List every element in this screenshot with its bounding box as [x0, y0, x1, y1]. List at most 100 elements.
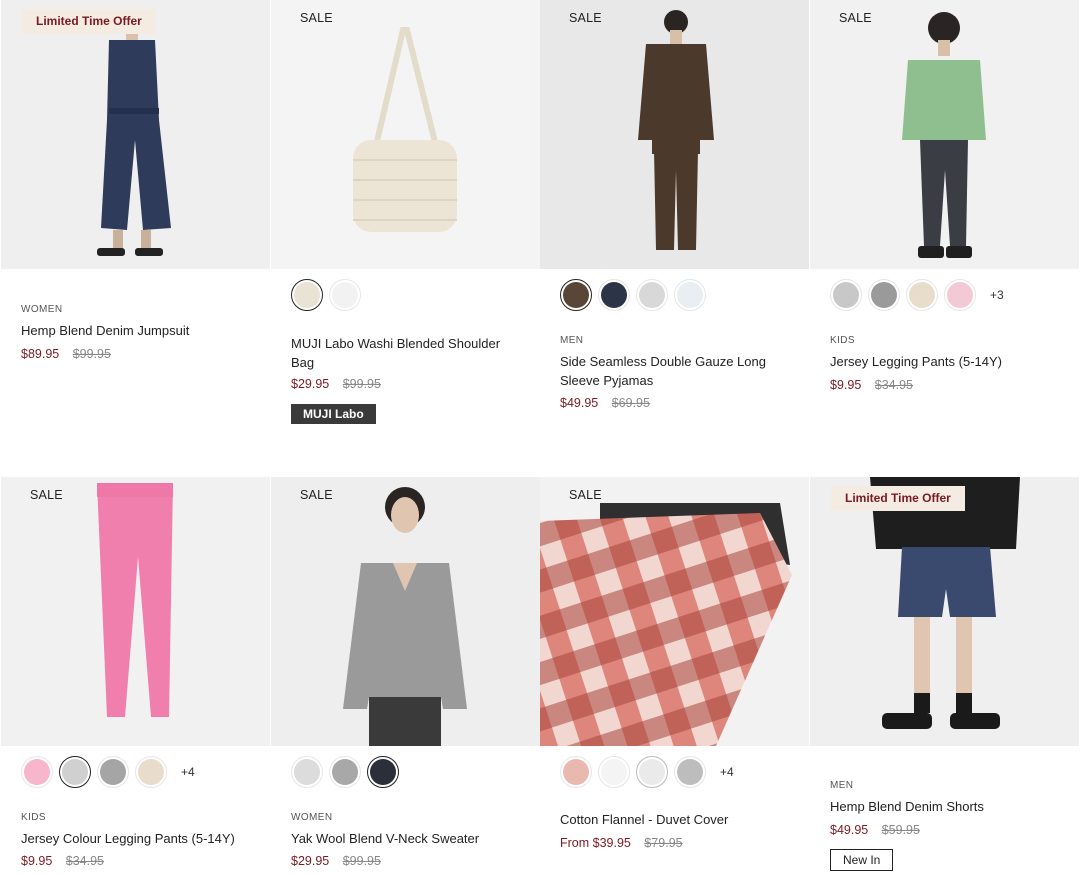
swatch-fill — [370, 759, 396, 785]
product-image[interactable]: SALE — [271, 477, 540, 746]
color-swatch[interactable] — [291, 756, 323, 788]
swatch-fill — [563, 759, 589, 785]
color-swatch[interactable] — [329, 279, 361, 311]
color-swatches: +4 — [560, 756, 734, 788]
swatch-fill — [677, 282, 703, 308]
sale-badge: SALE — [569, 488, 602, 502]
badge: Limited Time Offer — [22, 9, 156, 34]
product-image[interactable]: SALE — [540, 477, 809, 746]
color-swatch[interactable] — [135, 756, 167, 788]
original-price: $99.95 — [342, 377, 381, 391]
category-label: MEN — [560, 335, 584, 346]
product-card[interactable]: Limited Time Offer MEN Hemp Blend Denim … — [810, 477, 1079, 871]
swatch-fill — [138, 759, 164, 785]
color-swatches — [560, 279, 706, 311]
product-image[interactable]: Limited Time Offer — [810, 477, 1079, 746]
color-swatch[interactable] — [97, 756, 129, 788]
color-swatch[interactable] — [59, 756, 91, 788]
product-name[interactable]: Hemp Blend Denim Jumpsuit — [21, 321, 256, 340]
original-price: $99.95 — [342, 854, 381, 868]
color-swatch[interactable] — [560, 756, 592, 788]
sale-badge: SALE — [569, 11, 602, 25]
sale-badge: SALE — [300, 488, 333, 502]
color-swatch[interactable] — [291, 279, 323, 311]
product-card[interactable]: SALE +4 KIDS Jersey Colour Legging Pants… — [1, 477, 270, 868]
product-image[interactable]: SALE — [540, 0, 809, 269]
color-swatch[interactable] — [674, 756, 706, 788]
sale-price: $29.95 — [291, 377, 330, 391]
sale-price: $89.95 — [21, 347, 60, 361]
color-swatch[interactable] — [598, 279, 630, 311]
color-swatch[interactable] — [830, 279, 862, 311]
product-image[interactable]: SALE — [810, 0, 1079, 269]
price: $89.95 $99.95 — [21, 347, 111, 361]
price: $9.95 $34.95 — [830, 378, 913, 392]
product-card[interactable]: SALE WOMEN Yak Wool Blend V-Neck Sweater… — [271, 477, 540, 868]
color-swatch[interactable] — [598, 756, 630, 788]
price: $29.95 $99.95 — [291, 854, 381, 868]
product-image[interactable]: Limited Time Offer — [1, 0, 270, 269]
product-card[interactable]: SALE MEN Side Seamless Double Gauze Long… — [540, 0, 809, 410]
swatch-fill — [100, 759, 126, 785]
pyjamas-photo — [540, 0, 809, 269]
swatch-fill — [294, 282, 320, 308]
price: $9.95 $34.95 — [21, 854, 104, 868]
product-name[interactable]: Side Seamless Double Gauze Long Sleeve P… — [560, 352, 795, 390]
color-swatch[interactable] — [868, 279, 900, 311]
color-swatch[interactable] — [944, 279, 976, 311]
price: $49.95 $69.95 — [560, 396, 650, 410]
swatch-fill — [677, 759, 703, 785]
product-name[interactable]: Hemp Blend Denim Shorts — [830, 797, 1065, 816]
product-card[interactable]: SALE +3 KIDS Jersey Legging Pants (5-14Y… — [810, 0, 1079, 392]
category-label: KIDS — [21, 812, 46, 823]
price: $49.95 $59.95 — [830, 823, 920, 837]
color-swatch[interactable] — [636, 279, 668, 311]
product-card[interactable]: SALE MUJI Labo Washi Blended Shoulder Ba… — [271, 0, 540, 424]
swatch-fill — [871, 282, 897, 308]
color-swatches — [291, 279, 361, 311]
denim-jumpsuit-photo — [1, 0, 270, 269]
product-image[interactable]: SALE — [1, 477, 270, 746]
product-card[interactable]: SALE +4 Cotton Flannel - Duvet Cover Fro… — [540, 477, 809, 850]
color-swatches: +4 — [21, 756, 195, 788]
original-price: $34.95 — [874, 378, 913, 392]
swatch-fill — [563, 282, 589, 308]
color-swatches — [291, 756, 399, 788]
sale-price: $49.95 — [830, 823, 869, 837]
original-price: $34.95 — [65, 854, 104, 868]
product-card[interactable]: Limited Time Offer WOMEN Hemp Blend Deni… — [1, 0, 270, 361]
badge: Limited Time Offer — [831, 486, 965, 511]
category-label: MEN — [830, 780, 854, 791]
denim-shorts-photo — [810, 477, 1079, 746]
more-colors-count[interactable]: +3 — [990, 288, 1004, 302]
swatch-fill — [332, 759, 358, 785]
product-name[interactable]: Jersey Legging Pants (5-14Y) — [830, 352, 1065, 371]
product-name[interactable]: Jersey Colour Legging Pants (5-14Y) — [21, 829, 256, 848]
swatch-fill — [62, 759, 88, 785]
color-swatch[interactable] — [636, 756, 668, 788]
color-swatch[interactable] — [21, 756, 53, 788]
more-colors-count[interactable]: +4 — [720, 765, 734, 779]
sale-price: From $39.95 — [560, 836, 631, 850]
color-swatch[interactable] — [329, 756, 361, 788]
original-price: $99.95 — [72, 347, 111, 361]
color-swatch[interactable] — [674, 279, 706, 311]
product-name[interactable]: Cotton Flannel - Duvet Cover — [560, 810, 795, 829]
price: From $39.95 $79.95 — [560, 836, 683, 850]
color-swatch[interactable] — [367, 756, 399, 788]
sale-price: $9.95 — [830, 378, 862, 392]
product-image[interactable]: SALE — [271, 0, 540, 269]
product-grid: Limited Time Offer WOMEN Hemp Blend Deni… — [0, 0, 1080, 875]
new-in-tag: New In — [830, 849, 894, 871]
color-swatch[interactable] — [906, 279, 938, 311]
swatch-fill — [909, 282, 935, 308]
color-swatch[interactable] — [560, 279, 592, 311]
category-label: KIDS — [830, 335, 855, 346]
swatch-fill — [332, 282, 358, 308]
product-name[interactable]: Yak Wool Blend V-Neck Sweater — [291, 829, 526, 848]
sale-price: $9.95 — [21, 854, 53, 868]
product-name[interactable]: MUJI Labo Washi Blended Shoulder Bag — [291, 334, 526, 372]
price: $29.95 $99.95 — [291, 377, 381, 391]
more-colors-count[interactable]: +4 — [181, 765, 195, 779]
sale-price: $29.95 — [291, 854, 330, 868]
